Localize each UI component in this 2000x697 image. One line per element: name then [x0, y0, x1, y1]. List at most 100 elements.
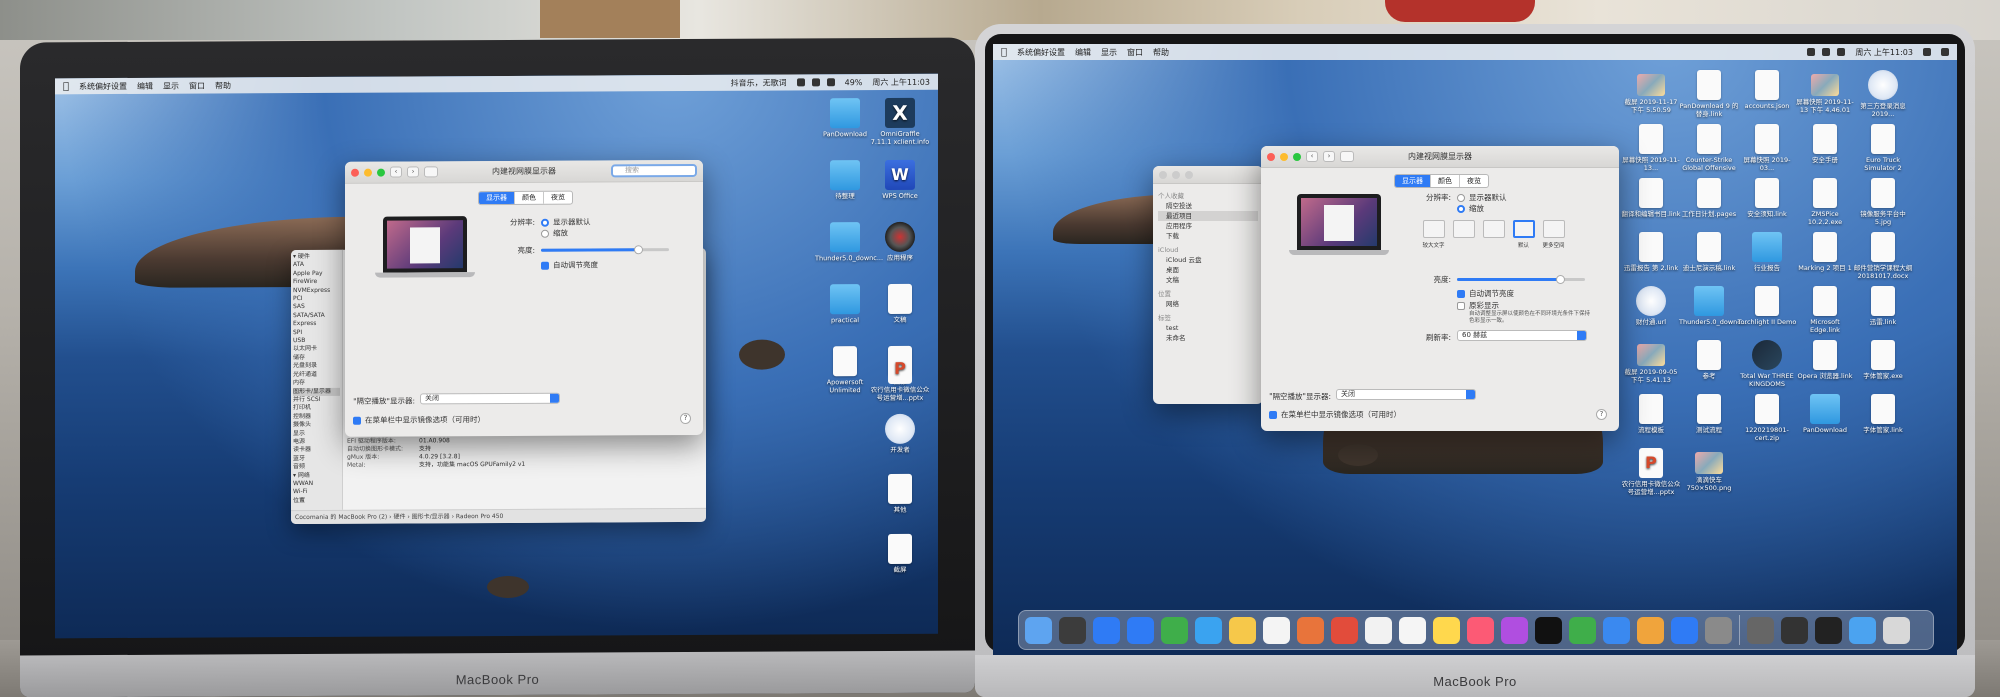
apple-icon[interactable]: 	[63, 81, 69, 92]
scale-option[interactable]	[1481, 220, 1506, 249]
desktop-icon[interactable]: accounts.json	[1737, 70, 1797, 110]
tab-display[interactable]: 显示器	[479, 191, 515, 205]
close-button[interactable]	[1267, 152, 1275, 161]
finder-sidebar-item[interactable]: 隔空投送	[1158, 201, 1258, 211]
sysinfo-sidebar-item[interactable]: NVMExpress	[293, 286, 340, 295]
desktop-icon[interactable]: PanDownload 9 的替身.link	[1679, 70, 1739, 118]
sysinfo-sidebar-item[interactable]: 打印机	[293, 404, 340, 413]
finder-sidebar-item[interactable]: 网络	[1158, 299, 1258, 309]
show-all-button[interactable]	[424, 166, 438, 178]
sysinfo-sidebar-item[interactable]: ▾ 硬件	[293, 253, 340, 262]
desktop-icon[interactable]: 屏幕快照 2019-11-13...	[1621, 124, 1681, 172]
sysinfo-sidebar-item[interactable]: 位置	[293, 497, 340, 506]
desktop-icon[interactable]: 截屏	[870, 533, 930, 574]
desktop-icon[interactable]: 滴滴快车 750×500.png	[1679, 448, 1739, 492]
desktop-icon[interactable]: Torchlight II Demo	[1737, 286, 1797, 326]
desktop-icon[interactable]: Opera 浏览器.link	[1795, 340, 1855, 380]
desktop-icon[interactable]: Total War THREE KINGDOMS	[1737, 340, 1797, 388]
desktop-icon[interactable]: X OmniGraffle 7.11.1 xclient.info	[870, 97, 930, 146]
sysinfo-sidebar-item[interactable]: 以太网卡	[293, 345, 340, 354]
desktop-icon[interactable]: Microsoft Edge.link	[1795, 286, 1855, 334]
desktop-icon[interactable]: 测试流程	[1679, 394, 1739, 434]
scale-option[interactable]: 更多空间	[1541, 220, 1566, 249]
dock-app-icon[interactable]	[1195, 616, 1222, 644]
zoom-button[interactable]	[377, 168, 385, 177]
desktop-icon[interactable]: 参考	[1679, 340, 1739, 380]
dock-app-icon[interactable]	[1059, 616, 1086, 644]
desktop-icon[interactable]: 截屏 2019-11-17 下午 5.50.59	[1621, 70, 1681, 114]
dock-app-icon[interactable]	[1127, 616, 1154, 644]
dock-app-icon[interactable]	[1229, 616, 1256, 644]
resolution-scaled-radio[interactable]: 缩放	[1457, 203, 1484, 214]
finder-sidebar-item[interactable]: test	[1158, 323, 1258, 333]
dock-app-icon[interactable]	[1671, 616, 1698, 644]
desktop-icon[interactable]: 截屏 2019-09-05 下午 5.41.13	[1621, 340, 1681, 384]
menu-item[interactable]: 系统偏好设置	[79, 80, 127, 91]
tab-color[interactable]: 颜色	[1431, 175, 1460, 187]
desktop-icon[interactable]: 字体管家.exe	[1853, 340, 1913, 380]
sysinfo-sidebar-item[interactable]: 内存	[293, 379, 340, 388]
control-center-icon[interactable]	[1941, 48, 1949, 56]
desktop-icon[interactable]: 迅雷.link	[1853, 286, 1913, 326]
brightness-slider[interactable]	[1457, 275, 1585, 284]
desktop-icon[interactable]: P 农行信用卡微信公众号运营增...pptx	[870, 353, 930, 402]
finder-sidebar-item[interactable]: 未命名	[1158, 333, 1258, 343]
dock-app-icon[interactable]	[1637, 616, 1664, 644]
finder-sidebar-item[interactable]: 下载	[1158, 231, 1258, 241]
desktop-icon[interactable]: 屏幕快照 2019-03...	[1737, 124, 1797, 172]
sysinfo-sidebar-item[interactable]: 控制器	[293, 413, 340, 422]
finder-sidebar-item[interactable]: 文稿	[1158, 275, 1258, 285]
menu-item[interactable]: 帮助	[215, 80, 231, 91]
desktop-icon[interactable]: 应用程序	[870, 221, 930, 262]
sysinfo-sidebar-item[interactable]: 光盘刻录	[293, 362, 340, 371]
finder-sidebar-item[interactable]: iCloud 云盘	[1158, 255, 1258, 265]
desktop-icon[interactable]: 文稿	[870, 283, 930, 324]
menu-item[interactable]: 系统偏好设置	[1017, 47, 1065, 58]
desktop-icon[interactable]: Thunder5.0_downc...	[1679, 286, 1747, 326]
sysinfo-sidebar-item[interactable]: SATA/SATA Express	[293, 312, 340, 329]
apple-icon[interactable]: 	[1001, 47, 1007, 58]
sysinfo-sidebar-item[interactable]: 蓝牙	[293, 455, 340, 464]
desktop-icon[interactable]: W WPS Office	[870, 159, 930, 200]
dock-app-icon[interactable]	[1399, 616, 1426, 644]
desktop-icon[interactable]: 字体管家.link	[1853, 394, 1913, 434]
true-tone-checkbox[interactable]: 原彩显示	[1457, 300, 1499, 311]
dock-app-icon[interactable]	[1705, 616, 1732, 644]
volume-icon[interactable]	[1837, 48, 1846, 56]
tab-night-shift[interactable]: 夜览	[544, 192, 572, 204]
sysinfo-sidebar-item[interactable]: 光纤通道	[293, 371, 340, 380]
mirror-menu-checkbox[interactable]: 在菜单栏中显示镜像选项（可用时）	[353, 414, 485, 426]
scale-option[interactable]: 默认	[1511, 220, 1536, 249]
sysinfo-sidebar-item[interactable]: ▾ 网络	[293, 471, 340, 480]
brightness-slider[interactable]	[541, 245, 669, 255]
forward-button[interactable]: ›	[1323, 151, 1335, 162]
sysinfo-sidebar-item[interactable]: Apple Pay	[293, 270, 340, 279]
auto-brightness-checkbox[interactable]: 自动调节亮度	[541, 259, 598, 270]
sysinfo-sidebar-item[interactable]: SAS	[293, 303, 340, 312]
wifi-icon[interactable]	[811, 78, 820, 87]
help-button[interactable]: ?	[1596, 409, 1607, 420]
sysinfo-sidebar-item[interactable]: ATA	[293, 261, 340, 270]
menubar-clock[interactable]: 周六 上午11:03	[872, 76, 930, 87]
resolution-default-radio[interactable]: 显示器默认	[541, 217, 591, 228]
desktop-icon[interactable]: 安全手册	[1795, 124, 1855, 164]
wifi-icon[interactable]	[1807, 48, 1816, 56]
refresh-rate-select[interactable]: 60 赫兹	[1457, 330, 1587, 341]
show-all-button[interactable]	[1340, 151, 1354, 162]
menubar-clock[interactable]: 周六 上午11:03	[1855, 47, 1913, 58]
zoom-button[interactable]	[1293, 152, 1301, 161]
now-playing[interactable]: 抖音乐，无歌词	[731, 77, 787, 88]
desktop-icon[interactable]: 流程模板	[1621, 394, 1681, 434]
desktop-icon[interactable]: ZMSPice 10.2.2.exe	[1795, 178, 1855, 226]
dock-app-icon[interactable]	[1849, 616, 1876, 644]
desktop-icon[interactable]: 财付通.url	[1621, 286, 1681, 326]
dock-app-icon[interactable]	[1501, 616, 1528, 644]
close-button[interactable]	[351, 168, 359, 177]
dock-app-icon[interactable]	[1093, 616, 1120, 644]
desktop-icon[interactable]: 开发者	[870, 413, 930, 454]
desktop-icon[interactable]: 迪士尼演示稿.link	[1679, 232, 1739, 272]
desktop-icon[interactable]: Apowersoft Unlimited	[815, 346, 875, 394]
sysinfo-sidebar-item[interactable]: WWAN	[293, 480, 340, 489]
airplay-select[interactable]: 关闭	[1336, 389, 1476, 400]
sysinfo-sidebar-item[interactable]: Wi-Fi	[293, 488, 340, 497]
